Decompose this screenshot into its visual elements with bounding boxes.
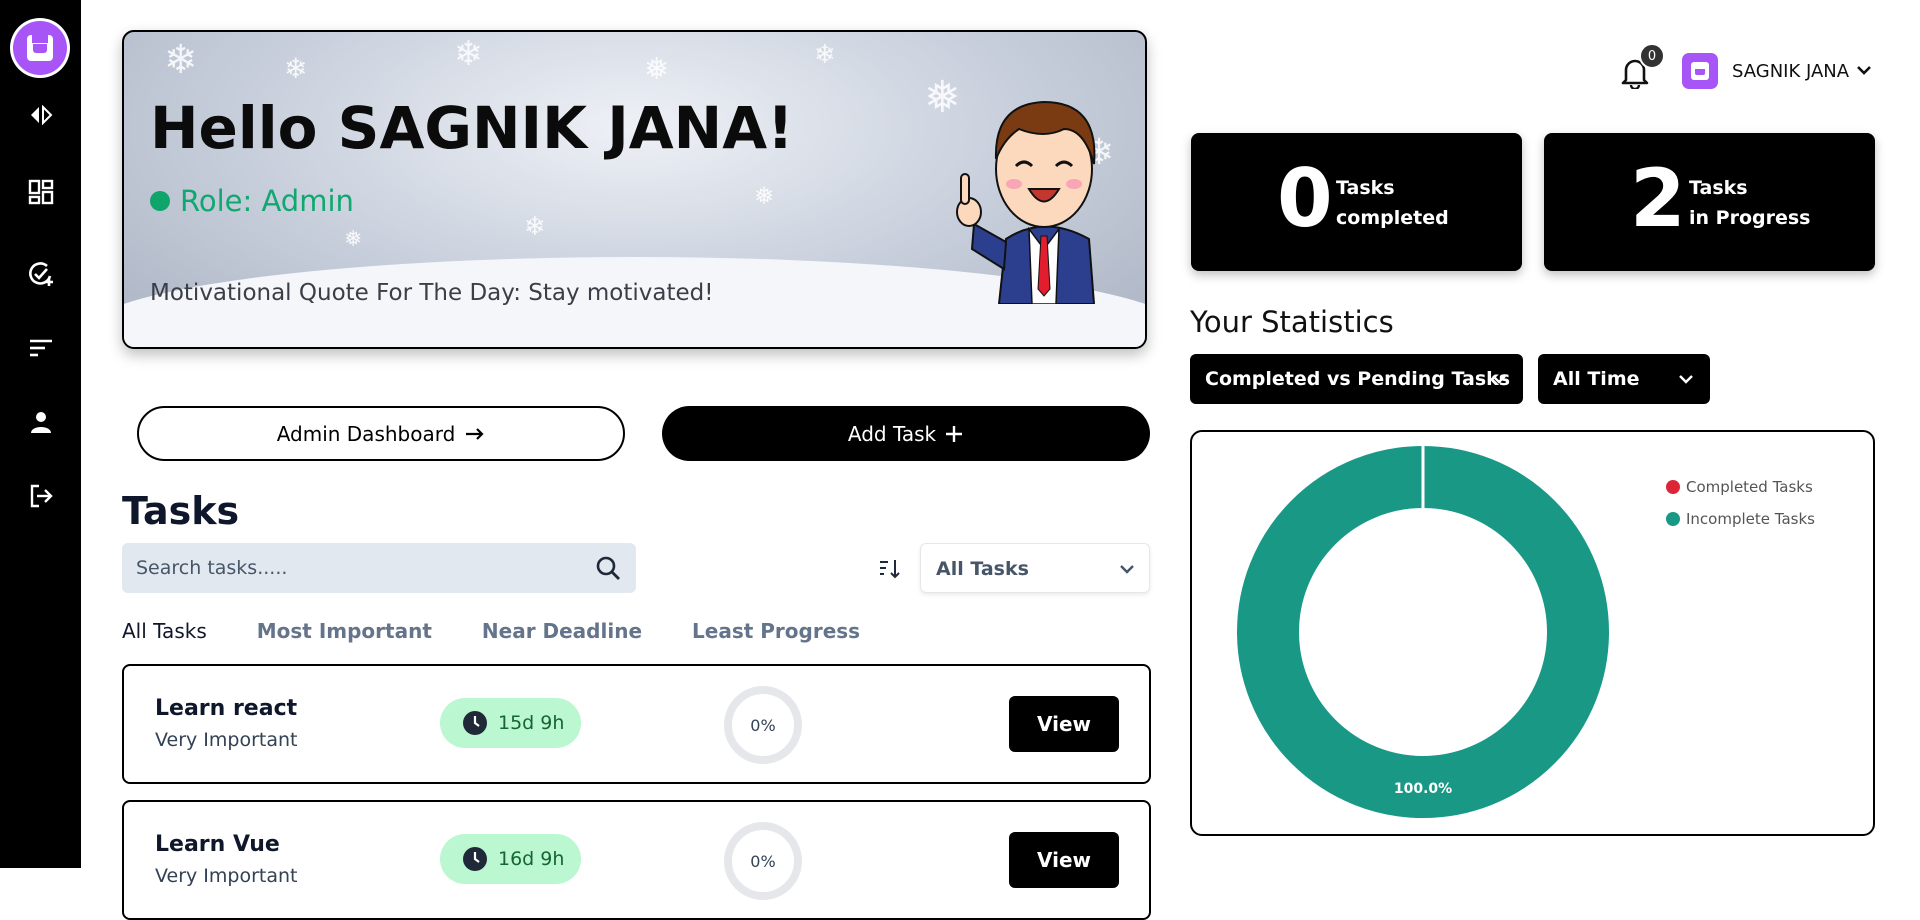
task-name: Learn react — [155, 696, 298, 721]
snowflake-decoration: ❅ — [644, 52, 670, 87]
chevron-down-icon[interactable] — [1856, 63, 1872, 77]
stat-label-line: completed — [1336, 207, 1449, 229]
tab-least-progress[interactable]: Least Progress — [692, 619, 860, 643]
search-input[interactable]: Search tasks..... — [122, 543, 636, 593]
search-icon[interactable] — [594, 554, 622, 582]
motivational-quote: Motivational Quote For The Day: Stay mot… — [150, 280, 714, 306]
legend-item-incomplete[interactable]: Incomplete Tasks — [1666, 503, 1815, 535]
admin-dashboard-button[interactable]: Admin Dashboard — [137, 406, 625, 461]
snowflake-decoration: ❄ — [454, 34, 483, 74]
user-name[interactable]: SAGNIK JANA — [1732, 61, 1849, 82]
chart-legend: Completed Tasks Incomplete Tasks — [1666, 471, 1815, 535]
tasks-heading: Tasks — [122, 489, 240, 533]
deadline-badge: 15d 9h — [440, 698, 581, 748]
stat-label-line: Tasks — [1336, 177, 1395, 199]
add-task-button[interactable]: Add Task — [662, 406, 1150, 461]
progress-percent: 0% — [750, 851, 776, 871]
legend-label: Completed Tasks — [1686, 478, 1813, 496]
tasks-in-progress-card: 2 Tasks in Progress — [1544, 133, 1875, 271]
role-label: Role: Admin — [150, 184, 354, 218]
legend-swatch — [1666, 512, 1680, 526]
clock-icon — [463, 847, 487, 871]
task-filter-value: All Tasks — [936, 558, 1029, 580]
clock-icon — [463, 711, 487, 735]
chart-type-dropdown[interactable]: Completed vs Pending Tasks — [1190, 354, 1523, 404]
sort-list-icon[interactable] — [27, 334, 55, 362]
tasks-completed-label: Tasks completed — [1336, 173, 1449, 233]
snowflake-decoration: ❅ — [344, 227, 363, 252]
statistics-heading: Your Statistics — [1190, 305, 1394, 339]
notification-count-badge: 0 — [1639, 43, 1665, 69]
time-range-dropdown[interactable]: All Time — [1538, 354, 1710, 404]
tab-all-tasks[interactable]: All Tasks — [122, 619, 207, 643]
dashboard-icon[interactable] — [27, 178, 55, 206]
welcome-banner: ❄ ❄ ❄ ❅ ❄ ❅ ❄ ❅ ❄ ❅ Hello SAGNIK JANA! R… — [122, 30, 1147, 349]
logout-icon[interactable] — [27, 482, 55, 510]
progress-ring: 0% — [724, 822, 802, 900]
status-dot — [150, 191, 170, 211]
view-task-button[interactable]: View — [1009, 832, 1119, 888]
time-left: 15d 9h — [498, 712, 565, 734]
sort-order-icon[interactable] — [877, 556, 903, 582]
task-importance: Very Important — [155, 865, 298, 887]
slice-data-label: 100.0% — [1394, 781, 1452, 797]
snowflake-decoration: ❄ — [284, 52, 308, 85]
add-task-label: Add Task — [847, 421, 937, 446]
task-importance: Very Important — [155, 729, 298, 751]
task-name: Learn Vue — [155, 832, 280, 857]
progress-ring: 0% — [724, 686, 802, 764]
snowflake-decoration: ❄ — [524, 212, 546, 242]
task-tabs: All Tasks Most Important Near Deadline L… — [122, 619, 910, 643]
task-card: Learn react Very Important 15d 9h 0% Vie… — [122, 664, 1151, 784]
donut-slice[interactable] — [1237, 446, 1609, 818]
tab-near-deadline[interactable]: Near Deadline — [482, 619, 642, 643]
tab-most-important[interactable]: Most Important — [257, 619, 432, 643]
app-logo[interactable] — [10, 18, 70, 78]
task-card: Learn Vue Very Important 16d 9h 0% View — [122, 800, 1151, 920]
plus-icon — [946, 425, 963, 442]
tasks-completed-count: 0 — [1277, 152, 1333, 245]
cartoon-businessman-illustration — [956, 100, 1096, 304]
tasks-in-progress-count: 2 — [1630, 152, 1686, 245]
chart-type-value: Completed vs Pending Tasks — [1205, 368, 1511, 390]
statistics-chart: 100.0% Completed Tasks Incomplete Tasks — [1190, 430, 1875, 836]
time-left: 16d 9h — [498, 848, 565, 870]
avatar[interactable] — [1682, 53, 1718, 89]
collapse-expand-icon[interactable] — [27, 101, 55, 129]
chevron-down-icon — [1492, 375, 1506, 384]
time-range-value: All Time — [1553, 368, 1640, 390]
tasks-completed-card: 0 Tasks completed — [1191, 133, 1522, 271]
profile-icon[interactable] — [27, 408, 55, 436]
snowflake-decoration: ❄ — [164, 37, 198, 83]
sidebar — [0, 0, 81, 868]
progress-percent: 0% — [750, 715, 776, 735]
deadline-badge: 16d 9h — [440, 834, 581, 884]
legend-item-completed[interactable]: Completed Tasks — [1666, 471, 1815, 503]
view-task-button[interactable]: View — [1009, 696, 1119, 752]
tasks-in-progress-label: Tasks in Progress — [1689, 173, 1810, 233]
role-text: Role: Admin — [180, 184, 354, 218]
snowflake-decoration: ❄ — [814, 40, 836, 70]
arrow-right-icon — [466, 427, 484, 440]
admin-dashboard-label: Admin Dashboard — [276, 421, 456, 446]
chevron-down-icon — [1120, 565, 1134, 574]
stat-label-line: in Progress — [1689, 207, 1811, 229]
task-filter-select[interactable]: All Tasks — [920, 543, 1150, 593]
chevron-down-icon — [1679, 375, 1693, 384]
add-task-icon[interactable] — [27, 260, 55, 288]
stat-label-line: Tasks — [1689, 177, 1748, 199]
search-placeholder: Search tasks..... — [136, 557, 288, 579]
greeting-title: Hello SAGNIK JANA! — [150, 94, 794, 162]
legend-label: Incomplete Tasks — [1686, 510, 1815, 528]
snowflake-decoration: ❅ — [754, 182, 775, 210]
legend-swatch — [1666, 480, 1680, 494]
